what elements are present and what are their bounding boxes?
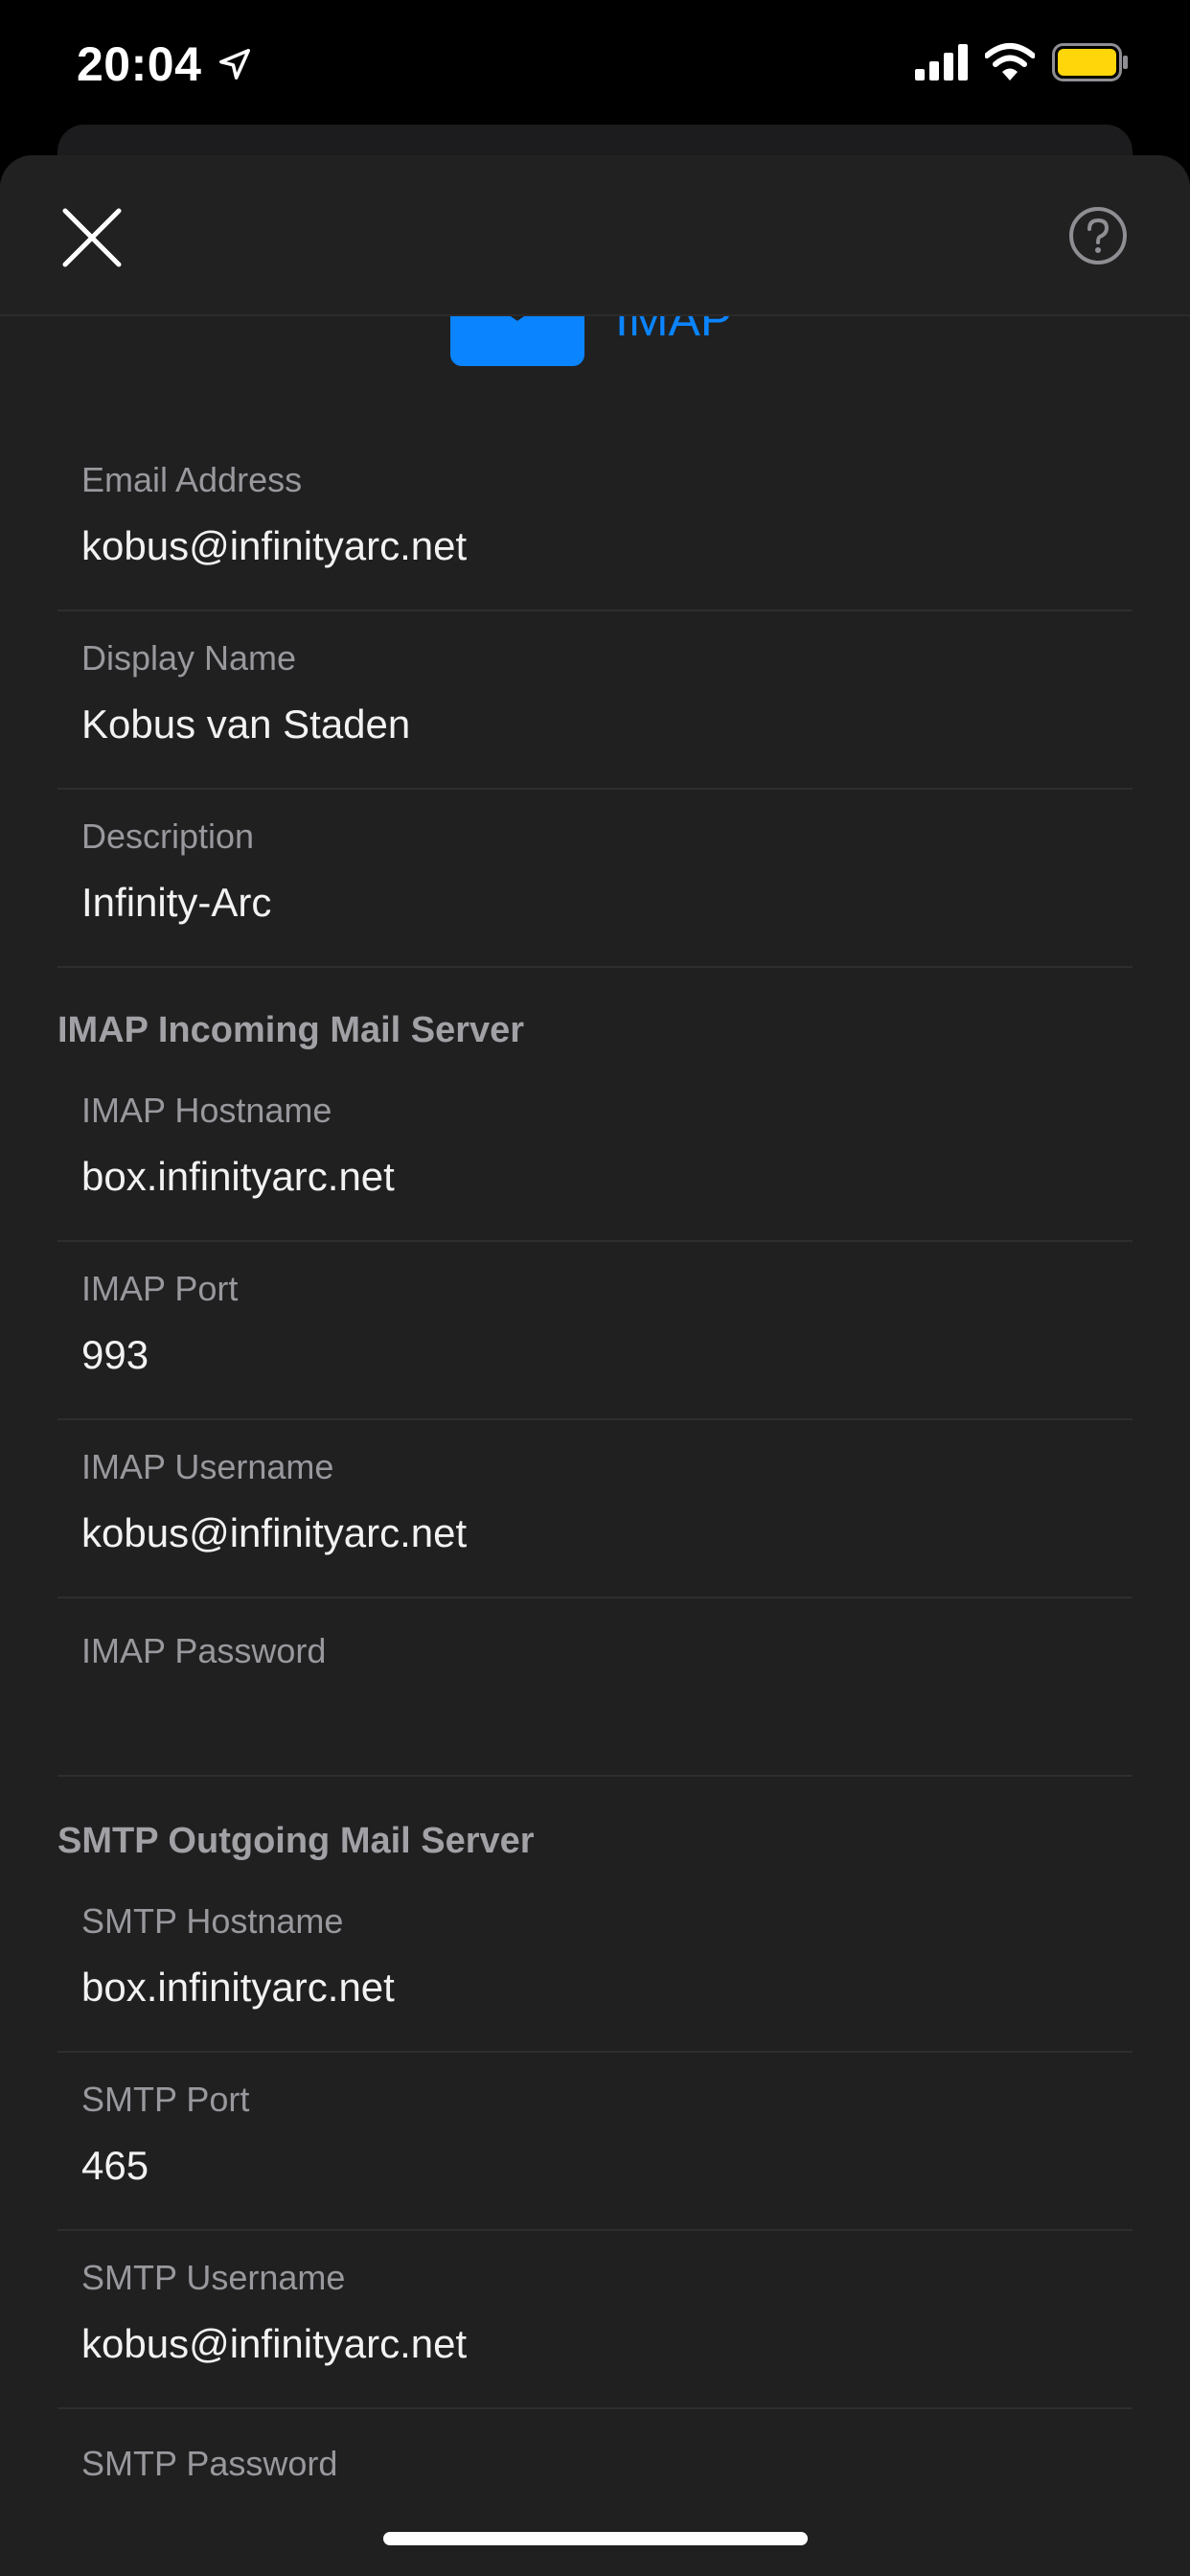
email-field[interactable]: Email Address xyxy=(57,433,1133,611)
imap-port-label: IMAP Port xyxy=(81,1269,239,1308)
smtp-password-label: SMTP Password xyxy=(81,2444,338,2483)
sheet-header xyxy=(0,155,1190,316)
description-input[interactable] xyxy=(81,876,1107,930)
imap-password-label: IMAP Password xyxy=(81,1631,327,1670)
smtp-hostname-label: SMTP Hostname xyxy=(81,1901,344,1941)
smtp-username-label: SMTP Username xyxy=(81,2258,346,2297)
imap-username-label: IMAP Username xyxy=(81,1447,334,1486)
description-label: Description xyxy=(81,816,255,856)
cellular-signal-icon xyxy=(915,44,968,80)
smtp-port-field[interactable]: SMTP Port xyxy=(57,2053,1133,2231)
smtp-port-label: SMTP Port xyxy=(81,2080,250,2119)
provider-header xyxy=(0,259,1190,374)
imap-hostname-field[interactable]: IMAP Hostname xyxy=(57,1064,1133,1242)
imap-port-input[interactable] xyxy=(81,1328,1107,1382)
display-name-input[interactable] xyxy=(81,698,1107,751)
smtp-username-input[interactable] xyxy=(81,2317,1107,2371)
smtp-hostname-input[interactable] xyxy=(81,1961,1107,2014)
smtp-hostname-field[interactable]: SMTP Hostname xyxy=(57,1874,1133,2053)
account-settings-sheet: IMAP Email Address Display Name Descript… xyxy=(0,155,1190,2576)
smtp-username-field[interactable]: SMTP Username xyxy=(57,2231,1133,2409)
imap-password-input[interactable] xyxy=(81,1685,1107,1738)
location-arrow-icon xyxy=(219,49,250,80)
home-indicator[interactable] xyxy=(383,2532,808,2545)
status-bar: 20:04 xyxy=(0,0,1190,125)
description-field[interactable]: Description xyxy=(57,790,1133,968)
display-name-label: Display Name xyxy=(81,638,297,678)
imap-password-field[interactable]: IMAP Password xyxy=(57,1598,1133,1777)
imap-section-title: IMAP Incoming Mail Server xyxy=(57,1010,525,1050)
display-name-field[interactable]: Display Name xyxy=(57,611,1133,790)
status-time: 20:04 xyxy=(77,37,202,91)
imap-hostname-label: IMAP Hostname xyxy=(81,1091,332,1130)
wifi-icon xyxy=(985,43,1035,80)
help-button[interactable] xyxy=(1067,205,1129,266)
close-button[interactable] xyxy=(59,205,125,270)
battery-icon xyxy=(1052,43,1128,81)
imap-username-field[interactable]: IMAP Username xyxy=(57,1420,1133,1598)
imap-port-field[interactable]: IMAP Port xyxy=(57,1242,1133,1420)
email-input[interactable] xyxy=(81,519,1107,573)
imap-username-input[interactable] xyxy=(81,1506,1107,1560)
smtp-password-field[interactable]: SMTP Password xyxy=(57,2409,1133,2576)
imap-hostname-input[interactable] xyxy=(81,1150,1107,1204)
smtp-port-input[interactable] xyxy=(81,2139,1107,2193)
smtp-section-title: SMTP Outgoing Mail Server xyxy=(57,1821,535,1861)
email-label: Email Address xyxy=(81,460,303,499)
